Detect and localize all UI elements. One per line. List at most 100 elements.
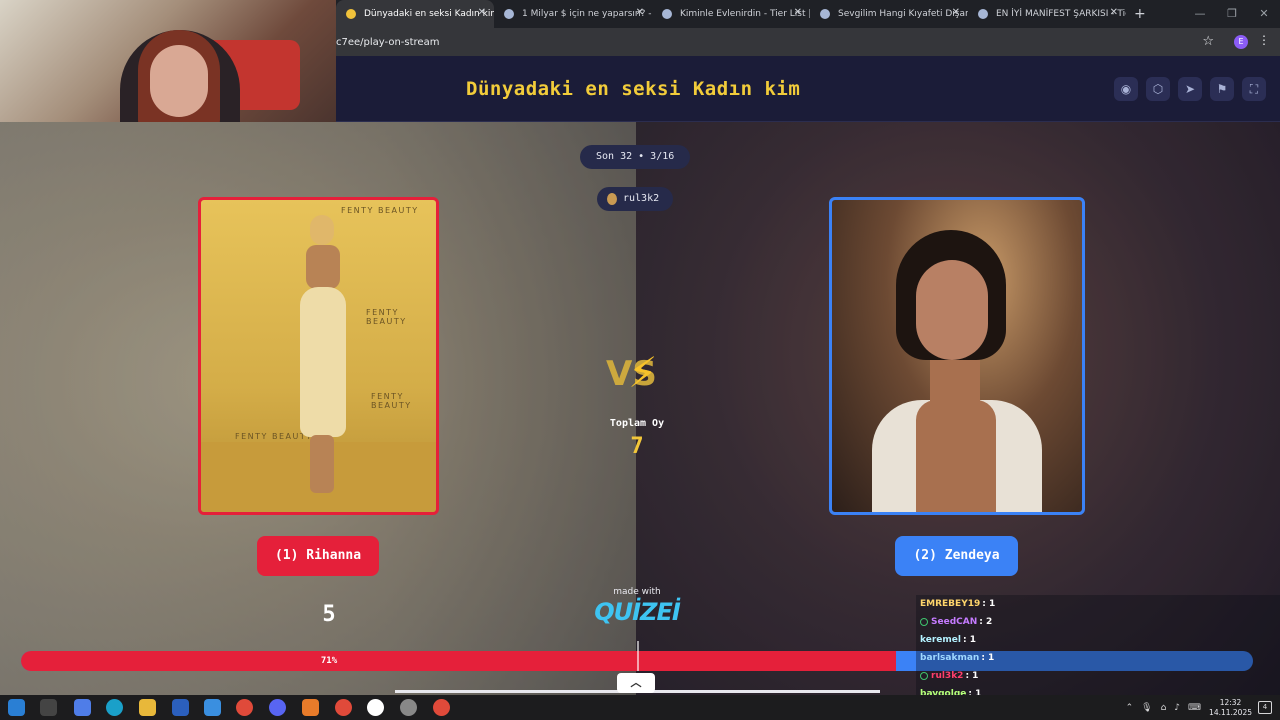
quiz-title: Dünyadaki en seksi Kadın kim <box>466 78 801 100</box>
chat-message: SeedCAN: 2 <box>920 613 992 631</box>
browser-menu-icon[interactable]: ⋮ <box>1258 33 1270 47</box>
file-explorer-icon[interactable] <box>139 699 156 716</box>
edge-icon[interactable] <box>106 699 123 716</box>
url-field[interactable]: c7ee/play-on-stream <box>336 37 439 48</box>
option-card-left[interactable]: FENTY BEAUTY FENTY BEAUTY FENTY BEAUTY F… <box>198 197 439 515</box>
send-icon[interactable]: ➤ <box>1178 77 1202 101</box>
total-votes-label: Toplam Oy <box>609 418 665 429</box>
app-icon[interactable] <box>302 699 319 716</box>
tab-favicon-icon <box>504 9 514 19</box>
lightning-icon: ⚡ <box>628 348 658 397</box>
store-icon[interactable] <box>172 699 189 716</box>
wall-text: FENTY BEAUTY <box>366 308 407 326</box>
photo-chest <box>916 400 996 512</box>
chat-text: : 2 <box>979 617 993 627</box>
tab-2[interactable]: Kiminle Evlenirdin - Tier List | N ✕ <box>652 0 810 28</box>
chat-text: : 1 <box>962 635 976 645</box>
minimize-icon[interactable]: — <box>1184 0 1216 28</box>
vote-button-left[interactable]: (1) Rihanna <box>257 536 379 576</box>
tray-chevron-icon[interactable]: ⌃ <box>1126 703 1134 713</box>
discord-icon[interactable] <box>269 699 286 716</box>
tab-favicon-icon <box>346 9 356 19</box>
tab-label: Dünyadaki en seksi Kadın kim <box>364 9 494 19</box>
progress-midline <box>637 641 639 671</box>
made-with-label: made with <box>613 587 661 597</box>
share-icon[interactable]: ⬡ <box>1146 77 1170 101</box>
fullscreen-icon[interactable]: ⛶ <box>1242 77 1266 101</box>
mail-icon[interactable] <box>204 699 221 716</box>
task-view-icon[interactable] <box>40 699 57 716</box>
close-icon[interactable]: ✕ <box>1110 7 1118 18</box>
round-badge: Son 32 • 3/16 <box>580 145 691 169</box>
chat-nick[interactable]: SeedCAN <box>931 617 977 627</box>
flag-icon[interactable]: ⚑ <box>1210 77 1234 101</box>
system-clock[interactable]: 12:32 14.11.2025 <box>1209 698 1252 718</box>
language-icon[interactable]: ⌨ <box>1188 703 1201 713</box>
tab-favicon-icon <box>978 9 988 19</box>
volume-icon[interactable]: ♪ <box>1174 703 1180 713</box>
steam-icon[interactable] <box>400 699 417 716</box>
tab-0[interactable]: Dünyadaki en seksi Kadın kim ✕ <box>336 0 494 28</box>
address-bar: c7ee/play-on-stream ☆ E ⋮ <box>336 28 1280 56</box>
photo-figure <box>294 215 349 493</box>
vs-emblem: VS ⚡ <box>606 348 670 404</box>
figure-head <box>310 215 334 245</box>
mod-badge-icon <box>920 617 928 626</box>
tab-label: Kiminle Evlenirdin - Tier List | N <box>680 9 810 19</box>
chat-text: : 1 <box>965 671 979 681</box>
chat-text: : 1 <box>982 599 996 609</box>
header-toolbar: ◉ ⬡ ➤ ⚑ ⛶ <box>1114 77 1266 101</box>
mod-badge-icon <box>920 671 928 680</box>
user-avatar <box>607 193 617 205</box>
chrome-active-icon[interactable] <box>335 699 352 716</box>
clock-date: 14.11.2025 <box>1209 707 1252 717</box>
chat-nick[interactable]: keremel <box>920 635 961 645</box>
tab-4[interactable]: EN İYİ MANİFEST ŞARKISI - Tier ✕ <box>968 0 1126 28</box>
windows-taskbar: ⌃ 🎙 ⌂ ♪ ⌨ 12:32 14.11.2025 4 <box>0 695 1280 720</box>
chat-nick[interactable]: barlsakman <box>920 653 979 663</box>
total-votes-value: 7 <box>630 434 644 459</box>
chrome-icon[interactable] <box>236 699 253 716</box>
close-window-icon[interactable]: ✕ <box>1248 0 1280 28</box>
tab-1[interactable]: 1 Milyar $ için ne yaparsın? - Ti ✕ <box>494 0 652 28</box>
wall-text: FENTY BEAUTY <box>371 392 412 410</box>
close-icon[interactable]: ✕ <box>478 7 486 18</box>
vote-button-right[interactable]: (2) Zendeya <box>895 536 1018 576</box>
system-tray: ⌃ 🎙 ⌂ ♪ ⌨ 12:32 14.11.2025 <box>1126 695 1252 720</box>
chevron-up-icon[interactable]: ︿ <box>617 673 655 693</box>
tab-label: Sevgilim Hangi Kıyafeti Dışarda <box>838 9 968 19</box>
obs-icon[interactable] <box>367 699 384 716</box>
new-tab-button[interactable]: + <box>1134 6 1146 22</box>
photo-face <box>916 260 988 360</box>
restore-icon[interactable]: ❐ <box>1216 0 1248 28</box>
option-card-right[interactable] <box>829 197 1085 515</box>
figure-torso <box>306 245 340 289</box>
profile-avatar[interactable]: E <box>1234 35 1248 49</box>
network-icon[interactable]: ⌂ <box>1161 703 1167 713</box>
quizei-logo[interactable]: QUİZEİ <box>594 598 681 626</box>
bookmark-star-icon[interactable]: ☆ <box>1202 34 1214 49</box>
figure-dress <box>300 287 346 437</box>
quiz-header: Dünyadaki en seksi Kadın kim ◉ ⬡ ➤ ⚑ ⛶ <box>336 56 1280 122</box>
window-controls: — ❐ ✕ <box>1184 0 1280 28</box>
tab-favicon-icon <box>820 9 830 19</box>
clock-time: 12:32 <box>1219 697 1242 707</box>
mic-icon[interactable]: 🎙 <box>1141 703 1152 713</box>
notifications-icon[interactable]: 4 <box>1258 701 1272 714</box>
close-icon[interactable]: ✕ <box>952 7 960 18</box>
tab-favicon-icon <box>662 9 672 19</box>
browser-tab-strip: Dünyadaki en seksi Kadın kim ✕ 1 Milyar … <box>336 0 1280 28</box>
eye-icon[interactable]: ◉ <box>1114 77 1138 101</box>
tab-3[interactable]: Sevgilim Hangi Kıyafeti Dışarda ✕ <box>810 0 968 28</box>
chrome-profile-icon[interactable] <box>433 699 450 716</box>
wall-text: FENTY BEAUTY <box>341 206 419 215</box>
close-icon[interactable]: ✕ <box>636 7 644 18</box>
chat-nick[interactable]: EMREBEY19 <box>920 599 980 609</box>
close-icon[interactable]: ✕ <box>794 7 802 18</box>
user-name: rul3k2 <box>623 193 660 204</box>
start-icon[interactable] <box>8 699 25 716</box>
copilot-icon[interactable] <box>74 699 91 716</box>
chat-nick[interactable]: rul3k2 <box>931 671 963 681</box>
webcam-face <box>150 45 208 117</box>
tab-label: EN İYİ MANİFEST ŞARKISI - Tier <box>996 9 1126 19</box>
